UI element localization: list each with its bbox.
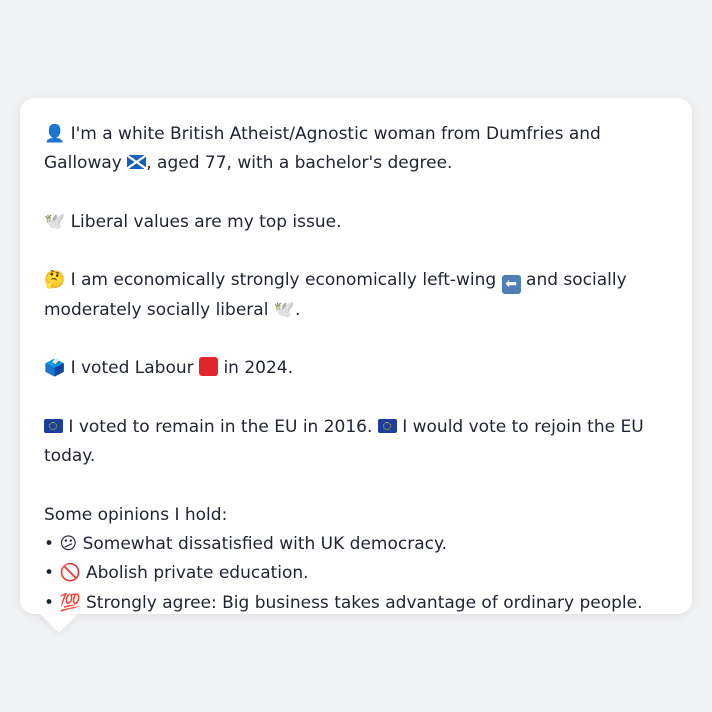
left-arrow-icon: ⬅ [501, 275, 521, 295]
eu-remain-text: I voted to remain in the EU in 2016. [68, 416, 373, 437]
prohibited-icon: 🚫 [59, 563, 81, 584]
list-item: • 🚫 Abolish private education. [44, 559, 672, 588]
thinking-face-icon: 🤔 [44, 270, 66, 291]
person-silhouette-icon: 👤 [44, 124, 66, 144]
position-text: I am economically strongly economically … [70, 270, 497, 291]
hundred-points-icon: 💯 [59, 592, 81, 613]
bullet-glyph: • [44, 563, 55, 584]
opinion-text: Strongly agree: Big business takes advan… [86, 592, 643, 613]
vote-2024-paragraph: 🗳️ I voted Labour in 2024. [44, 354, 672, 383]
red-square-icon [199, 357, 219, 377]
ballot-box-icon: 🗳️ [44, 358, 66, 379]
dove-icon: 🕊️ [273, 299, 295, 320]
top-issue-text: Liberal values are my top issue. [70, 211, 342, 232]
list-item: • 💯 Strongly agree: Big business takes a… [44, 589, 672, 618]
opinions-heading: Some opinions I hold: [44, 504, 228, 525]
eu-flag-icon [44, 418, 63, 433]
position-end-punct: . [295, 299, 301, 320]
speech-bubble-tail [39, 613, 79, 633]
eu-paragraph: I voted to remain in the EU in 2016. I w… [44, 413, 672, 472]
opinion-text: Abolish private education. [86, 563, 309, 584]
scotland-flag-icon [127, 155, 147, 170]
intro-paragraph: 👤 I'm a white British Atheist/Agnostic w… [44, 120, 672, 179]
intro-text-continued: , aged 77, with a bachelor's degree. [146, 153, 453, 174]
bullet-glyph: • [44, 534, 55, 555]
vote-2024-text-continued: in 2024. [223, 358, 294, 379]
confused-face-icon: 😕 [59, 534, 78, 555]
profile-speech-bubble: 👤 I'm a white British Atheist/Agnostic w… [20, 98, 692, 614]
bullet-glyph: • [44, 592, 55, 613]
dove-icon: 🕊️ [44, 211, 66, 232]
eu-flag-icon [377, 418, 397, 433]
list-item: • 😕 Somewhat dissatisfied with UK democr… [44, 530, 672, 559]
opinion-text: Somewhat dissatisfied with UK democracy. [82, 534, 448, 555]
top-issue-paragraph: 🕊️ Liberal values are my top issue. [44, 208, 672, 237]
opinions-list: • 😕 Somewhat dissatisfied with UK democr… [44, 530, 672, 618]
position-paragraph: 🤔 I am economically strongly economicall… [44, 266, 672, 325]
vote-2024-text: I voted Labour [70, 358, 194, 379]
